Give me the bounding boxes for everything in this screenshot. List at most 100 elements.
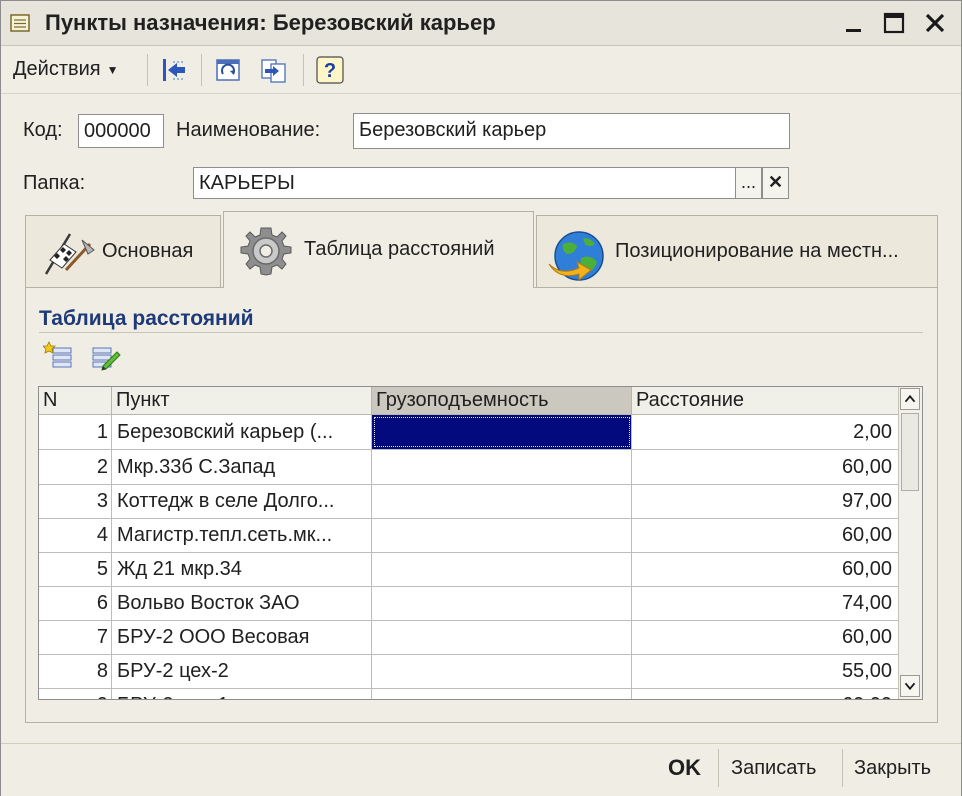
- point-cell[interactable]: Вольво Восток ЗАО: [112, 586, 372, 620]
- point-cell[interactable]: БРУ-2 ООО Весовая: [112, 620, 372, 654]
- close-icon[interactable]: [922, 10, 948, 36]
- table-row[interactable]: 6 Вольво Восток ЗАО 74,00: [39, 586, 899, 621]
- title-bar: Пункты назначения: Березовский карьер: [1, 1, 961, 46]
- name-field[interactable]: Березовский карьер: [353, 113, 790, 149]
- actions-menu-button[interactable]: Действия ▼: [7, 54, 125, 84]
- tab-positioning[interactable]: Позиционирование на местн...: [536, 215, 938, 287]
- capacity-cell[interactable]: [372, 552, 632, 586]
- distance-cell[interactable]: 2,00: [632, 415, 899, 449]
- capacity-cell[interactable]: [372, 654, 632, 688]
- save-button[interactable]: Записать: [731, 751, 816, 785]
- point-cell[interactable]: Мкр.33б С.Запад: [112, 450, 372, 484]
- capacity-cell[interactable]: [372, 518, 632, 552]
- row-number: 7: [39, 620, 112, 654]
- distance-cell[interactable]: 60,00: [632, 620, 899, 654]
- distance-table[interactable]: N Пункт Грузоподъемность Расстояние 1 Бе…: [38, 386, 923, 700]
- capacity-cell-selected[interactable]: [372, 415, 632, 449]
- close-button[interactable]: Закрыть: [854, 751, 931, 785]
- toolbar-separator: [201, 54, 202, 86]
- point-cell[interactable]: Жд 21 мкр.34: [112, 552, 372, 586]
- row-number: 1: [39, 415, 112, 449]
- capacity-cell[interactable]: [372, 688, 632, 699]
- point-cell[interactable]: Коттедж в селе Долго...: [112, 484, 372, 518]
- distance-cell[interactable]: 60,00: [632, 552, 899, 586]
- capacity-cell[interactable]: [372, 484, 632, 518]
- point-cell[interactable]: Магистр.тепл.сеть.мк...: [112, 518, 372, 552]
- row-number: 2: [39, 450, 112, 484]
- table-row[interactable]: 9 БРУ-2 цех-1 60,00: [39, 688, 899, 699]
- toolbar: Действия ▼ ?: [1, 46, 961, 94]
- name-label: Наименование:: [176, 119, 321, 141]
- table-row[interactable]: 3 Коттедж в селе Долго... 97,00: [39, 484, 899, 519]
- column-header-capacity[interactable]: Грузоподъемность: [372, 387, 632, 414]
- row-number: 3: [39, 484, 112, 518]
- table-row[interactable]: 1 Березовский карьер (... 2,00: [39, 415, 899, 450]
- tab-distance-table-label: Таблица расстояний: [304, 238, 495, 260]
- vertical-scrollbar[interactable]: [898, 387, 922, 699]
- row-number: 4: [39, 518, 112, 552]
- code-field[interactable]: 000000: [78, 114, 164, 148]
- globe-icon: [548, 231, 604, 282]
- go-back-icon[interactable]: [159, 55, 189, 85]
- document-icon: [10, 14, 30, 32]
- tab-main[interactable]: Основная: [25, 215, 221, 287]
- capacity-cell[interactable]: [372, 620, 632, 654]
- button-separator: [842, 749, 843, 787]
- distance-cell[interactable]: 97,00: [632, 484, 899, 518]
- scroll-up-icon[interactable]: [900, 388, 920, 410]
- button-separator: [718, 749, 719, 787]
- row-number: 5: [39, 552, 112, 586]
- checkered-flag-icon: [44, 233, 95, 275]
- scroll-down-icon[interactable]: [900, 675, 920, 697]
- chevron-down-icon: ▼: [106, 62, 119, 77]
- distance-cell[interactable]: 60,00: [632, 518, 899, 552]
- folder-clear-button[interactable]: ✕: [762, 167, 789, 199]
- svg-text:?: ?: [324, 60, 336, 82]
- folder-label: Папка:: [23, 172, 86, 194]
- column-header-punkt[interactable]: Пункт: [112, 387, 372, 414]
- row-number: 6: [39, 586, 112, 620]
- column-header-distance[interactable]: Расстояние: [632, 387, 899, 414]
- dialog-window: Пункты назначения: Березовский карьер Де…: [0, 0, 962, 796]
- add-row-icon[interactable]: [43, 340, 75, 374]
- bottom-bar: [1, 743, 961, 796]
- row-number: 8: [39, 654, 112, 688]
- maximize-icon[interactable]: [881, 10, 907, 36]
- ok-button[interactable]: OK: [668, 751, 701, 785]
- point-cell[interactable]: БРУ-2 цех-2: [112, 654, 372, 688]
- edit-row-icon[interactable]: [89, 340, 121, 374]
- distance-cell[interactable]: 60,00: [632, 688, 899, 699]
- folder-select-button[interactable]: ...: [735, 167, 762, 199]
- table-row[interactable]: 2 Мкр.33б С.Запад 60,00: [39, 450, 899, 485]
- code-label: Код:: [23, 119, 63, 141]
- row-number: 9: [39, 688, 112, 699]
- table-row[interactable]: 8 БРУ-2 цех-2 55,00: [39, 654, 899, 689]
- minimize-icon[interactable]: [841, 10, 867, 36]
- table-row[interactable]: 5 Жд 21 мкр.34 60,00: [39, 552, 899, 587]
- tab-main-label: Основная: [102, 240, 194, 262]
- tab-positioning-label: Позиционирование на местн...: [615, 240, 899, 262]
- scrollbar-thumb[interactable]: [901, 413, 919, 491]
- distance-cell[interactable]: 60,00: [632, 450, 899, 484]
- column-header-n[interactable]: N: [39, 387, 112, 414]
- capacity-cell[interactable]: [372, 586, 632, 620]
- help-icon[interactable]: ?: [315, 55, 345, 85]
- transfer-icon[interactable]: [259, 55, 289, 85]
- table-row[interactable]: 7 БРУ-2 ООО Весовая 60,00: [39, 620, 899, 655]
- table-row[interactable]: 4 Магистр.тепл.сеть.мк... 60,00: [39, 518, 899, 553]
- capacity-cell[interactable]: [372, 450, 632, 484]
- section-divider: [39, 332, 923, 333]
- window-title: Пункты назначения: Березовский карьер: [45, 10, 496, 35]
- toolbar-separator: [303, 54, 304, 86]
- distance-cell[interactable]: 55,00: [632, 654, 899, 688]
- distance-cell[interactable]: 74,00: [632, 586, 899, 620]
- refresh-icon[interactable]: [213, 55, 243, 85]
- section-title: Таблица расстояний: [39, 307, 254, 330]
- actions-menu-label: Действия: [13, 58, 101, 80]
- point-cell[interactable]: БРУ-2 цех-1: [112, 688, 372, 699]
- table-header: N Пункт Грузоподъемность Расстояние: [39, 387, 899, 415]
- point-cell[interactable]: Березовский карьер (...: [112, 415, 372, 449]
- tab-distance-table[interactable]: Таблица расстояний: [223, 211, 534, 288]
- gear-icon: [240, 227, 292, 276]
- folder-field[interactable]: КАРЬЕРЫ: [193, 167, 736, 199]
